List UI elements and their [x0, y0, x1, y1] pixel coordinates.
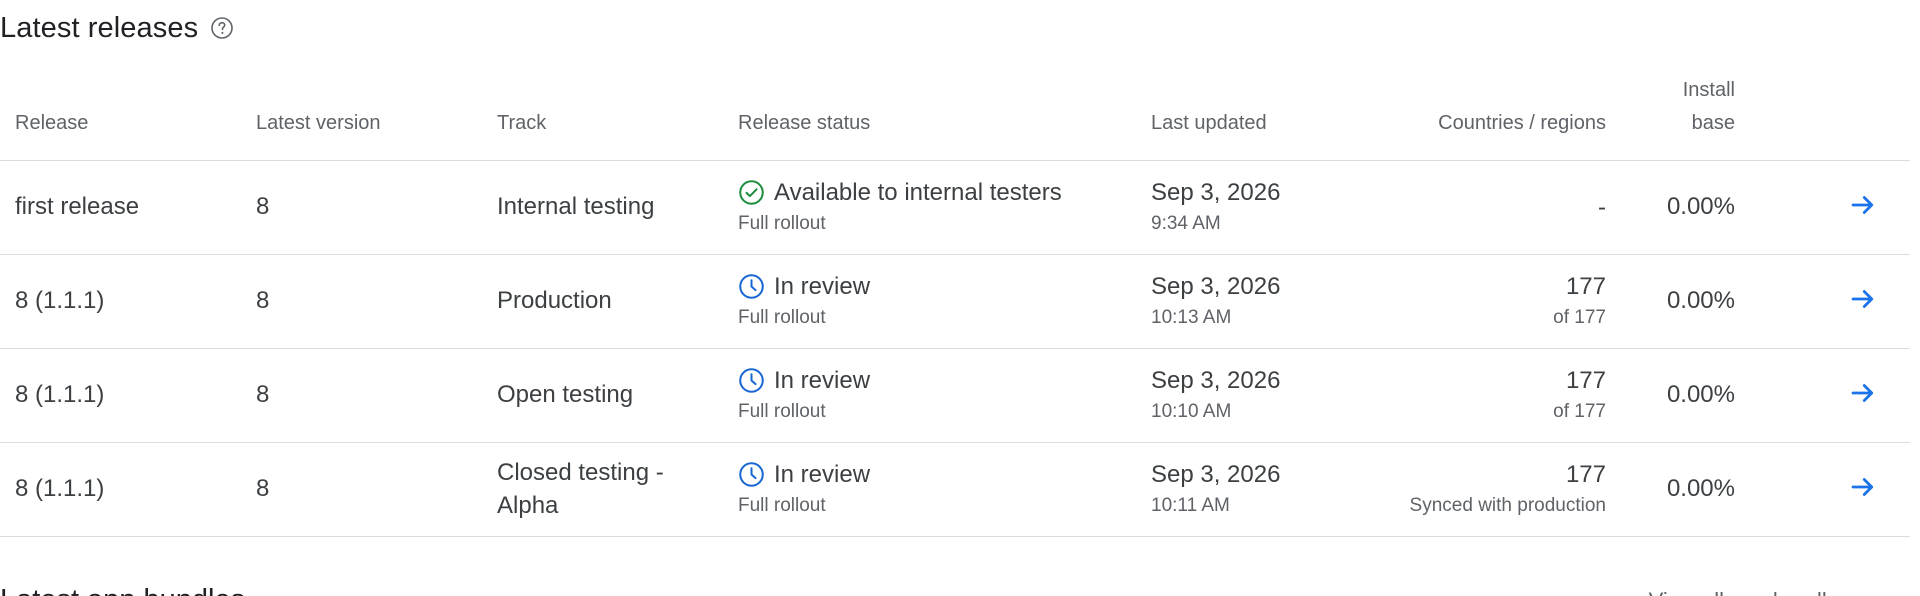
clock-icon — [738, 367, 765, 394]
latest-app-bundles-section: Latest app bundles View all app bundles — [0, 576, 1920, 596]
countries-subtext: of 177 — [1553, 306, 1606, 328]
latest-version: 8 — [256, 160, 497, 255]
arrow-right-icon[interactable] — [1846, 188, 1880, 222]
header-install-base[interactable]: Install base — [1606, 72, 1735, 161]
last-updated-cell: Sep 3, 2026 10:13 AM — [1151, 254, 1351, 349]
countries-count: 177 — [1565, 460, 1606, 488]
countries-subtext: of 177 — [1553, 400, 1606, 422]
header-countries-regions[interactable]: Countries / regions — [1351, 72, 1606, 161]
row-action-cell — [1735, 160, 1910, 255]
table-row[interactable]: 8 (1.1.1) 8 Closed testing - Alpha In re… — [0, 442, 1910, 537]
header-install-base-line2: base — [1691, 111, 1735, 134]
countries-cell: 177 of 177 — [1351, 348, 1606, 443]
table-row[interactable]: 8 (1.1.1) 8 Open testing In review Full … — [0, 348, 1910, 443]
table-row[interactable]: first release 8 Internal testing Availab… — [0, 160, 1910, 255]
section-title: Latest releases — [0, 11, 199, 44]
table-row[interactable]: 8 (1.1.1) 8 Production In review Full ro… — [0, 254, 1910, 349]
header-track[interactable]: Track — [497, 72, 738, 161]
row-action-cell — [1735, 348, 1910, 443]
last-updated-cell: Sep 3, 2026 9:34 AM — [1151, 160, 1351, 255]
latest-version: 8 — [256, 254, 497, 349]
release-name: first release — [0, 160, 256, 255]
countries-cell: 177 Synced with production — [1351, 442, 1606, 537]
help-circle-icon[interactable] — [208, 14, 236, 42]
release-status-cell: In review Full rollout — [738, 348, 1151, 443]
rollout: Full rollout — [738, 306, 826, 328]
countries-cell: - — [1351, 160, 1606, 255]
last-updated-time: 10:13 AM — [1151, 306, 1232, 328]
install-base: 0.00% — [1606, 348, 1735, 443]
clock-icon — [738, 461, 765, 488]
track: Production — [497, 254, 738, 349]
countries-count: 177 — [1565, 366, 1606, 394]
arrow-right-icon[interactable] — [1846, 376, 1880, 410]
row-action-cell — [1735, 254, 1910, 349]
last-updated-time: 10:10 AM — [1151, 400, 1232, 422]
last-updated-cell: Sep 3, 2026 10:10 AM — [1151, 348, 1351, 443]
header-release[interactable]: Release — [0, 72, 256, 161]
release-name: 8 (1.1.1) — [0, 348, 256, 443]
track: Open testing — [497, 348, 738, 443]
last-updated-date: Sep 3, 2026 — [1151, 460, 1281, 488]
view-all-app-bundles-link[interactable]: View all app bundles — [1649, 588, 1850, 596]
release-status-cell: In review Full rollout — [738, 254, 1151, 349]
countries-cell: 177 of 177 — [1351, 254, 1606, 349]
arrow-right-icon[interactable] — [1846, 282, 1880, 316]
last-updated-cell: Sep 3, 2026 10:11 AM — [1151, 442, 1351, 537]
last-updated-time: 9:34 AM — [1151, 212, 1221, 234]
track-line2: Alpha — [497, 492, 559, 519]
clock-icon — [738, 273, 765, 300]
countries-count: - — [1598, 193, 1606, 221]
last-updated-date: Sep 3, 2026 — [1151, 272, 1281, 300]
release-status: In review — [774, 366, 871, 394]
countries-count: 177 — [1565, 272, 1606, 300]
install-base: 0.00% — [1606, 254, 1735, 349]
latest-releases-page: Latest releases Release Latest version T — [0, 0, 1920, 596]
release-status-cell: In review Full rollout — [738, 442, 1151, 537]
rollout: Full rollout — [738, 494, 826, 516]
latest-app-bundles-title: Latest app bundles — [0, 584, 245, 596]
track: Internal testing — [497, 160, 738, 255]
release-status-cell: Available to internal testers Full rollo… — [738, 160, 1151, 255]
row-action-cell — [1735, 442, 1910, 537]
release-name: 8 (1.1.1) — [0, 442, 256, 537]
release-name: 8 (1.1.1) — [0, 254, 256, 349]
header-release-status[interactable]: Release status — [738, 72, 1151, 161]
header-last-updated[interactable]: Last updated — [1151, 72, 1351, 161]
install-base: 0.00% — [1606, 442, 1735, 537]
latest-version: 8 — [256, 442, 497, 537]
release-status: In review — [774, 460, 871, 488]
install-base: 0.00% — [1606, 160, 1735, 255]
header-latest-version[interactable]: Latest version — [256, 72, 497, 161]
countries-subtext: Synced with production — [1409, 494, 1606, 516]
latest-version: 8 — [256, 348, 497, 443]
rollout: Full rollout — [738, 212, 826, 234]
track-line1: Closed testing - — [497, 459, 664, 486]
last-updated-date: Sep 3, 2026 — [1151, 178, 1281, 206]
release-status: Available to internal testers — [774, 178, 1062, 206]
rollout: Full rollout — [738, 400, 826, 422]
releases-table: Release Latest version Track Release sta… — [0, 72, 1910, 537]
section-header: Latest releases — [0, 6, 236, 50]
last-updated-date: Sep 3, 2026 — [1151, 366, 1281, 394]
last-updated-time: 10:11 AM — [1151, 494, 1230, 516]
track-cell: Closed testing - Alpha — [497, 442, 738, 537]
header-actions — [1735, 72, 1910, 161]
check-circle-icon — [738, 179, 765, 206]
arrow-right-icon[interactable] — [1846, 470, 1880, 504]
table-header-row: Release Latest version Track Release sta… — [0, 72, 1910, 161]
header-install-base-line1: Install — [1682, 78, 1735, 101]
release-status: In review — [774, 272, 871, 300]
